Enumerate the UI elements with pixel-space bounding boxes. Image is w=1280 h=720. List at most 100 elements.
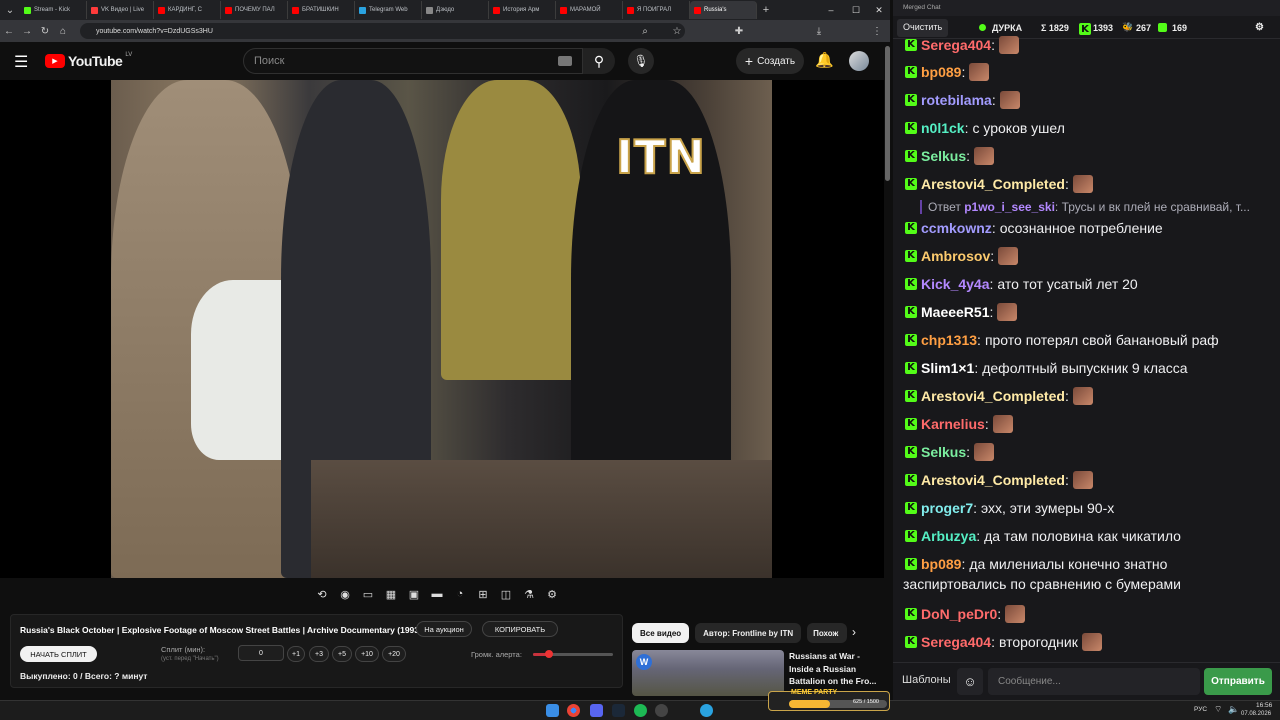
theater-icon[interactable]: ▬ [427, 584, 447, 604]
spotify-icon[interactable] [634, 704, 647, 717]
chat-username[interactable]: DoN_peDr0 [921, 604, 997, 624]
screenshot-icon[interactable]: ◫ [496, 584, 516, 604]
clock-date[interactable]: 07.08.2026 [1241, 711, 1271, 717]
bookmark-star-icon[interactable]: ☆ [668, 22, 686, 40]
start-split-button[interactable]: НАЧАТЬ СПЛИТ [20, 646, 97, 662]
browser-tab[interactable]: История Арм [489, 1, 556, 19]
wifi-icon[interactable]: ⌔ [1214, 704, 1222, 715]
hamburger-icon[interactable]: ☰ [14, 52, 28, 72]
maximize-icon[interactable]: ☐ [845, 0, 867, 20]
chat-username[interactable]: proger7 [921, 498, 973, 518]
copy-button[interactable]: КОПИРОВАТЬ [482, 621, 558, 637]
account-avatar[interactable] [849, 51, 869, 71]
chat-username[interactable]: Selkus [921, 442, 966, 462]
auction-button[interactable]: На аукцион [416, 621, 472, 637]
minimize-icon[interactable]: – [820, 0, 842, 20]
forward-icon[interactable]: → [18, 22, 36, 40]
page-scrollbar[interactable] [885, 46, 890, 181]
chip-all[interactable]: Все видео [632, 623, 690, 643]
extensions-icon[interactable]: ✚ [730, 22, 748, 40]
chat-username[interactable]: bp089 [921, 62, 961, 82]
browser-tab[interactable]: Я ПОИГРАЛ [623, 1, 690, 19]
browser-tab[interactable]: VK Видео | Live [87, 1, 154, 19]
chat-username[interactable]: Arbuzya [921, 526, 976, 546]
increment-1-button[interactable]: +1 [287, 646, 305, 662]
speed-icon[interactable]: ◔ [450, 584, 470, 604]
related-thumbnail[interactable]: W [632, 650, 784, 696]
chat-username[interactable]: rotebilama [921, 90, 992, 110]
youtube-logo[interactable]: ▶ YouTube LV [45, 52, 132, 69]
zoom-icon[interactable]: ⌕ [636, 22, 654, 40]
discord-icon[interactable] [590, 704, 603, 717]
chip-author[interactable]: Автор: Frontline by ITN [695, 623, 802, 643]
browser-tab[interactable]: БРАТИШКИН [288, 1, 355, 19]
browser-tab[interactable]: Russia's [690, 1, 757, 19]
search-button[interactable]: ⚲ [583, 48, 615, 74]
search-input[interactable]: Поиск [243, 48, 583, 74]
tab-search-icon[interactable]: ⌄ [0, 1, 20, 19]
chevron-right-icon[interactable]: › [852, 625, 856, 639]
chat-username[interactable]: Karnelius [921, 414, 985, 434]
keyboard-icon[interactable] [558, 56, 572, 66]
chat-username[interactable]: Serega404 [921, 632, 991, 652]
clapper-icon[interactable]: ▦ [381, 584, 401, 604]
telegram-icon[interactable] [700, 704, 713, 717]
browser-tab[interactable]: КАРДИНГ, С [154, 1, 221, 19]
chat-username[interactable]: Selkus [921, 146, 966, 166]
notifications-icon[interactable]: 🔔 [815, 51, 834, 69]
create-button[interactable]: + Создать [736, 48, 804, 74]
chat-username[interactable]: Arestovi4_Completed [921, 470, 1065, 490]
settings-icon[interactable]: ⚙ [542, 584, 562, 604]
split-minutes-input[interactable]: 0 [238, 645, 284, 661]
download-icon[interactable]: ⤓ [810, 22, 828, 40]
pip-icon[interactable]: ▣ [404, 584, 424, 604]
chat-username[interactable]: Arestovi4_Completed [921, 174, 1065, 194]
clock-time[interactable]: 16:56 [1256, 702, 1272, 709]
chat-username[interactable]: MaeeeR51 [921, 302, 990, 322]
chrome-icon[interactable] [567, 704, 580, 717]
chat-username[interactable]: Slim1×1 [921, 358, 974, 378]
reload-icon[interactable]: ↻ [36, 22, 54, 40]
back-icon[interactable]: ← [0, 22, 18, 40]
templates-button[interactable]: Шаблоны [902, 674, 951, 686]
chip-similar[interactable]: Похож [807, 623, 848, 643]
meme-party-widget[interactable]: MEME PARTY 625 / 1500 [768, 689, 890, 711]
windows-start-icon[interactable] [546, 704, 559, 717]
url-field[interactable]: youtube.com/watch?v=DzdUGSs3HU [80, 23, 685, 39]
broadcast-icon[interactable]: ◉ [335, 584, 355, 604]
browser-tab[interactable]: Stream - Kick [20, 1, 87, 19]
chat-username[interactable]: bp089 [921, 554, 961, 574]
chat-username[interactable]: ccmkownz [921, 218, 992, 238]
chat-username[interactable]: chp1313 [921, 330, 977, 350]
chat-settings-icon[interactable]: ⚙ [1255, 22, 1264, 33]
browser-tab[interactable]: МАРАМОЙ [556, 1, 623, 19]
chat-username[interactable]: n0l1ck [921, 118, 965, 138]
volume-slider[interactable] [533, 650, 613, 658]
increment-20-button[interactable]: +20 [382, 646, 406, 662]
chat-username[interactable]: Ambrosov [921, 246, 990, 266]
close-icon[interactable]: ✕ [868, 0, 890, 20]
home-icon[interactable]: ⌂ [54, 22, 72, 40]
emoji-button[interactable]: ☺ [957, 668, 983, 695]
message-input[interactable]: Сообщение... [988, 668, 1200, 695]
loop-icon[interactable]: ⟲ [312, 584, 332, 604]
chat-username[interactable]: Kick_4y4a [921, 274, 990, 294]
language-indicator[interactable]: РУС [1194, 706, 1207, 713]
obs-icon[interactable] [655, 704, 668, 717]
browser-tab[interactable]: Дзюдо [422, 1, 489, 19]
volume-icon[interactable]: 🔈 [1228, 704, 1239, 715]
menu-icon[interactable]: ⋮ [868, 22, 886, 40]
chat-username[interactable]: Arestovi4_Completed [921, 386, 1065, 406]
browser-tab[interactable]: Telegram Web [355, 1, 422, 19]
send-button[interactable]: Отправить [1204, 668, 1272, 695]
voice-search-button[interactable]: 🎙 [628, 48, 654, 74]
increment-5-button[interactable]: +5 [332, 646, 352, 662]
add-icon[interactable]: ⊞ [473, 584, 493, 604]
related-video-title[interactable]: Russians at War - Inside a Russian Batta… [789, 650, 879, 688]
volume-knob[interactable] [545, 650, 553, 658]
chat-username[interactable]: Serega404 [921, 35, 991, 55]
cast-icon[interactable]: ▭ [358, 584, 378, 604]
new-tab-button[interactable]: + [757, 4, 775, 16]
flask-icon[interactable]: ⚗ [519, 584, 539, 604]
increment-10-button[interactable]: +10 [355, 646, 379, 662]
